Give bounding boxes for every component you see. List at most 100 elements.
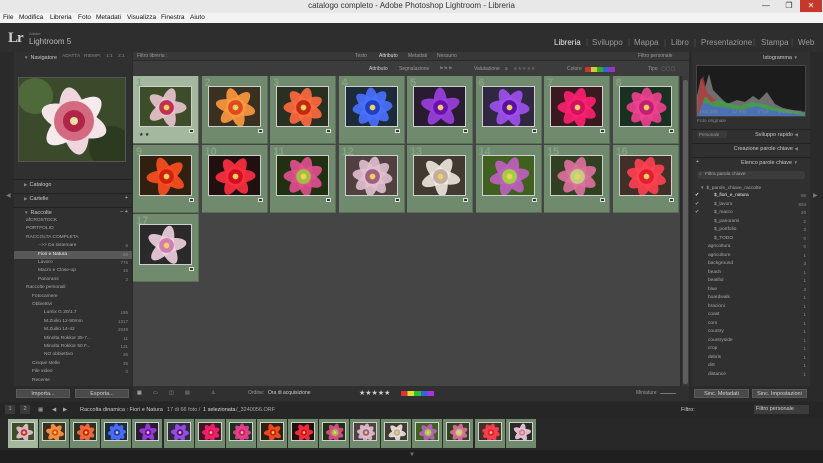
keyword-root[interactable]: ▼ $_parole_chiave_raccolte (700, 184, 761, 192)
next-arrow-icon[interactable]: ▶ (63, 402, 67, 418)
photo-thumbnail[interactable] (618, 155, 672, 196)
keyword-item[interactable]: countryside 1 (692, 337, 810, 345)
filter-tab-metadata[interactable]: Metadati (408, 52, 427, 61)
filmstrip-thumbnail[interactable] (163, 419, 194, 448)
keyword-item[interactable]: agricoltura 0 (692, 243, 810, 251)
metadata-badge-icon[interactable] (326, 129, 331, 133)
filmstrip-thumbnail[interactable] (256, 419, 287, 448)
filmstrip-thumbnail[interactable] (474, 419, 505, 448)
photo-thumbnail[interactable] (550, 86, 603, 127)
keyword-item[interactable]: distance 1 (692, 371, 810, 379)
module-presentazione[interactable]: Presentazione (701, 38, 752, 47)
collection-item[interactable]: Obbiettivi (14, 301, 132, 309)
module-stampa[interactable]: Stampa (761, 38, 789, 47)
keyword-item[interactable]: ✔ $_lavoro 934 (692, 201, 810, 209)
grid-cell[interactable]: 6 (475, 76, 542, 144)
collection-item[interactable]: Lumix G 20/1.7 195 (14, 309, 132, 317)
grid-view-icon[interactable]: ▦ (137, 386, 142, 401)
scrollbar-thumb[interactable] (683, 80, 688, 384)
keyword-list-header[interactable]: + Elenco parole chiave ▼ (692, 157, 810, 166)
filmstrip-thumbnail[interactable] (350, 419, 381, 448)
menu-file[interactable]: File (3, 14, 13, 21)
collection-item[interactable]: M.Zuiko 12-50mm 1317 (14, 318, 132, 326)
keyword-filter-input[interactable]: Filtra parola chiave ⌕ (697, 171, 805, 179)
keyword-item[interactable]: beatiful 1 (692, 277, 810, 285)
kind-icons[interactable]: ▢▢▢ (661, 63, 675, 75)
zoom-fill[interactable]: RIEMPI (84, 53, 101, 61)
grid-cell[interactable]: 16 (612, 145, 679, 213)
photo-thumbnail[interactable] (413, 86, 466, 127)
keyword-item[interactable]: $_panorami 2 (692, 218, 810, 226)
collection-item[interactable]: afCROSTOCK (14, 217, 132, 225)
grid-icon[interactable]: ▦ (38, 402, 43, 418)
grid-cell[interactable]: 2 (201, 76, 268, 144)
filter-tab-text[interactable]: Testo (355, 52, 367, 61)
grid-cell[interactable]: 3 (270, 76, 336, 144)
grid-cell[interactable]: 12 (338, 145, 405, 213)
metadata-badge-icon[interactable] (600, 198, 605, 202)
collection-item[interactable]: File video 0 (14, 368, 132, 376)
catalog-header[interactable]: ▶ Catalogo (14, 179, 132, 188)
source-path[interactable]: Raccolta dinamica : Fiori e Natura (80, 402, 163, 418)
collection-item[interactable]: Panorami 2 (14, 276, 132, 284)
photo-thumbnail[interactable] (207, 86, 261, 127)
add-icon[interactable]: + (125, 194, 128, 203)
rating-stars[interactable]: ★★★★★ (513, 63, 535, 75)
filmstrip-thumbnail[interactable] (132, 419, 163, 448)
grid-cell[interactable]: 17 (133, 214, 199, 282)
collection-item[interactable]: NO obbiettivo 26 (14, 351, 132, 359)
minimize-button[interactable]: — (755, 0, 777, 12)
zoom-1-1[interactable]: 1:1 (106, 53, 113, 61)
metadata-badge-icon[interactable] (600, 129, 605, 133)
keyword-checkmark[interactable]: ✔ (695, 192, 699, 200)
metadata-badge-icon[interactable] (394, 129, 400, 133)
grid-cell[interactable]: 1 ★ ★ (133, 76, 199, 144)
metadata-badge-icon[interactable] (189, 198, 194, 202)
filmstrip-thumbnail[interactable] (101, 419, 132, 448)
filmstrip-thumbnail[interactable] (287, 419, 318, 448)
keyword-checkmark[interactable]: ✔ (695, 201, 699, 209)
filmstrip-thumbnail[interactable] (194, 419, 225, 448)
rating-dots[interactable]: ★ ★ (139, 132, 149, 138)
collection-item[interactable]: Fiori e Natura 66 (14, 250, 132, 259)
filter-preset-dropdown[interactable]: Filtro personale (754, 405, 809, 414)
survey-view-icon[interactable]: ▤ (185, 386, 190, 401)
filmstrip-thumbnail[interactable] (70, 419, 101, 448)
module-web[interactable]: Web (798, 38, 814, 47)
rating-stars-toolbar[interactable]: ★★★★★ (359, 386, 390, 401)
collection-item[interactable]: -->> Da sistemare 6 (14, 242, 132, 250)
module-libro[interactable]: Libro (671, 38, 689, 47)
metadata-badge-icon[interactable] (668, 198, 674, 202)
photo-thumbnail[interactable] (550, 155, 603, 196)
compare-view-icon[interactable]: ◫ (169, 386, 174, 401)
zoom-2-1[interactable]: 2:1 (118, 53, 125, 61)
metadata-badge-icon[interactable] (463, 129, 468, 133)
export-button[interactable]: Esporta... (75, 389, 129, 398)
color-labels-toolbar[interactable] (401, 391, 434, 396)
filmstrip-thumbnail[interactable] (443, 419, 474, 448)
metadata-badge-icon[interactable] (531, 129, 537, 133)
grid-cell[interactable]: 14 (475, 145, 542, 213)
collection-item[interactable]: RACCOLTA COMPLETA (14, 234, 132, 242)
grid-cell[interactable]: 9 (133, 145, 199, 213)
photo-thumbnail[interactable] (276, 86, 329, 127)
keyword-item[interactable]: agriculture 1 (692, 252, 810, 260)
keyword-item[interactable]: background 3 (692, 260, 810, 268)
keyword-item[interactable]: boardwalk 1 (692, 294, 810, 302)
collection-item[interactable]: Lavoro 776 (14, 259, 132, 267)
grid-cell[interactable]: 10 (201, 145, 268, 213)
collection-item[interactable]: Recente (14, 377, 132, 385)
grid-scrollbar[interactable] (682, 76, 689, 386)
grid-cell[interactable]: 15 (544, 145, 610, 213)
painter-icon[interactable]: ♙ (211, 386, 215, 401)
flag-icons[interactable]: ⚑⚑⚑ (439, 63, 452, 75)
filmstrip-thumbnail[interactable] (319, 419, 349, 448)
filter-tab-attribute[interactable]: Attributo (379, 52, 398, 61)
color-label-swatches[interactable] (585, 67, 615, 72)
filmstrip-thumbnail[interactable] (381, 419, 412, 448)
menu-visualizza[interactable]: Visualizza (127, 14, 156, 21)
menu-libreria[interactable]: Libreria (50, 14, 72, 21)
menu-metadati[interactable]: Metadati (96, 14, 121, 21)
grid-cell[interactable]: 11 (270, 145, 336, 213)
add-keyword-icon[interactable]: + (696, 158, 699, 167)
